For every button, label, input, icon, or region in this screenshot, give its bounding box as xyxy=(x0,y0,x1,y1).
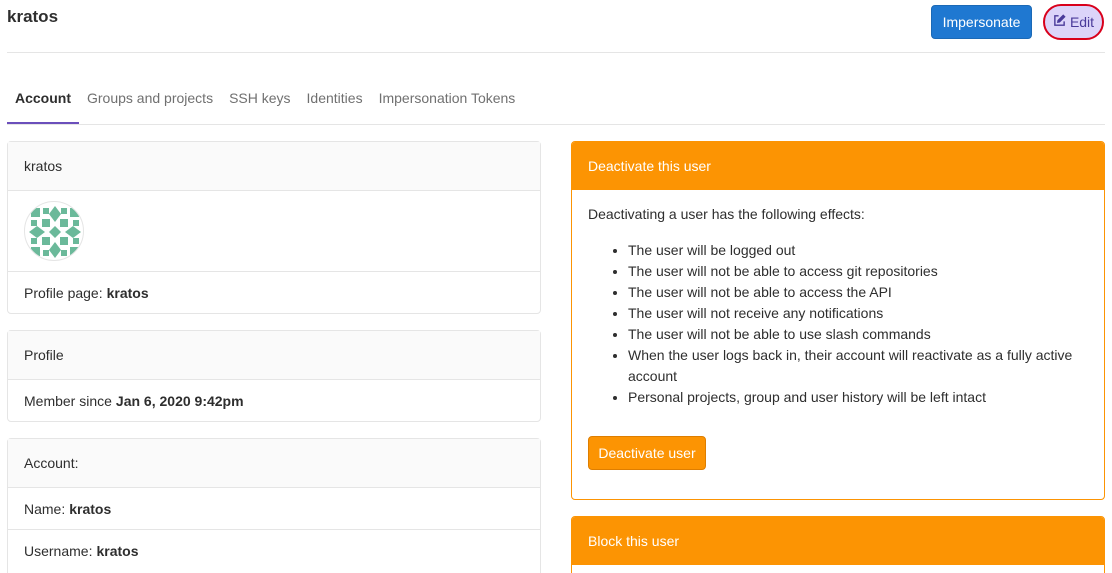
avatar[interactable] xyxy=(24,201,84,261)
username-value: kratos xyxy=(96,543,139,559)
list-item: The user will not be able to access the … xyxy=(628,282,1088,303)
tab-ssh-keys[interactable]: SSH keys xyxy=(221,78,298,124)
name-row: Name: kratos xyxy=(8,488,540,530)
deactivate-effects-list: The user will be logged out The user wil… xyxy=(588,240,1088,408)
tab-impersonation-tokens[interactable]: Impersonation Tokens xyxy=(371,78,524,124)
profile-card-title: Profile xyxy=(8,331,540,380)
member-since-row: Member since Jan 6, 2020 9:42pm xyxy=(8,380,540,421)
deactivate-card: Deactivate this user Deactivating a user… xyxy=(571,141,1105,500)
tab-groups-and-projects[interactable]: Groups and projects xyxy=(79,78,221,124)
tab-account[interactable]: Account xyxy=(7,78,79,124)
list-item: The user will not receive any notificati… xyxy=(628,303,1088,324)
user-tabs: Account Groups and projects SSH keys Ide… xyxy=(7,78,1105,125)
list-item: The user will be logged out xyxy=(628,240,1088,261)
username-label: Username: xyxy=(24,543,93,559)
edit-button-label: Edit xyxy=(1069,14,1095,30)
block-card: Block this user xyxy=(571,516,1105,573)
name-label: Name: xyxy=(24,500,66,517)
deactivate-card-title: Deactivate this user xyxy=(572,142,1104,190)
account-card: Account: Name: kratos Username: kratos xyxy=(7,438,541,573)
pencil-square-icon xyxy=(1053,14,1066,30)
list-item: The user will not be able to use slash c… xyxy=(628,324,1088,345)
page-title: kratos xyxy=(7,7,59,26)
user-card-title: kratos xyxy=(8,142,540,191)
deactivate-intro: Deactivating a user has the following ef… xyxy=(588,206,865,222)
tab-identities[interactable]: Identities xyxy=(299,78,371,124)
page-header: kratos Impersonate Edit xyxy=(7,0,1105,53)
deactivate-card-body: Deactivating a user has the following ef… xyxy=(572,190,1104,486)
profile-page-label: Profile page: xyxy=(24,284,103,301)
edit-button[interactable]: Edit xyxy=(1043,4,1104,40)
name-value: kratos xyxy=(69,500,112,517)
impersonate-button[interactable]: Impersonate xyxy=(931,5,1032,39)
member-since-value: Jan 6, 2020 9:42pm xyxy=(115,392,244,409)
deactivate-user-button[interactable]: Deactivate user xyxy=(588,436,706,470)
username-row: Username: kratos xyxy=(8,530,540,572)
avatar-row xyxy=(8,191,540,272)
block-card-title: Block this user xyxy=(572,517,1104,565)
profile-page-row: Profile page: kratos xyxy=(8,272,540,313)
member-since-label: Member since xyxy=(24,392,112,409)
user-card: kratos Profile page: kratos xyxy=(7,141,541,314)
account-card-title: Account: xyxy=(8,439,540,488)
list-item: When the user logs back in, their accoun… xyxy=(628,345,1088,387)
profile-page-value: kratos xyxy=(106,284,149,301)
list-item: The user will not be able to access git … xyxy=(628,261,1088,282)
list-item: Personal projects, group and user histor… xyxy=(628,387,1088,408)
profile-card: Profile Member since Jan 6, 2020 9:42pm xyxy=(7,330,541,422)
